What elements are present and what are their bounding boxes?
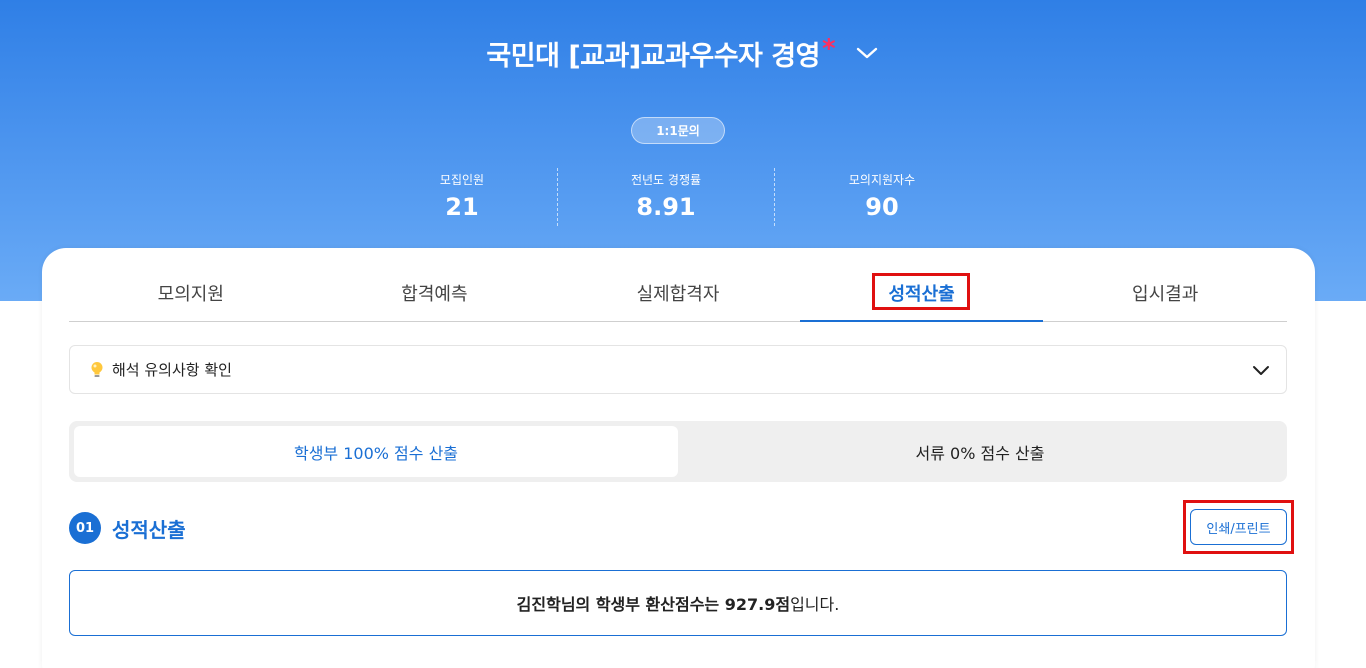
stat-value: 21 bbox=[445, 193, 479, 221]
tab-admission-results[interactable]: 입시결과 bbox=[1043, 264, 1287, 321]
chevron-down-icon[interactable] bbox=[854, 40, 880, 66]
segment-documents[interactable]: 서류 0% 점수 산출 bbox=[678, 426, 1282, 477]
segment-school-record[interactable]: 학생부 100% 점수 산출 bbox=[74, 426, 678, 477]
stat-label: 모의지원자수 bbox=[848, 173, 916, 187]
tab-label: 입시결과 bbox=[1132, 283, 1199, 305]
lightbulb-icon bbox=[90, 361, 104, 379]
stat-label: 모집인원 bbox=[439, 173, 485, 187]
notice-accordion[interactable]: 해석 유의사항 확인 bbox=[69, 345, 1287, 394]
title-row: 국민대 [교과]교과우수자 경영 * bbox=[0, 30, 1366, 76]
stat-value: 90 bbox=[865, 193, 899, 221]
result-score: 927.9점 bbox=[724, 595, 791, 614]
stats-bar: 모집인원 21 전년도 경쟁률 8.91 모의지원자수 90 bbox=[354, 168, 1004, 226]
tab-bar: 모의지원 합격예측 실제합격자 성적산출 입시결과 bbox=[69, 264, 1287, 322]
notice-text: 해석 유의사항 확인 bbox=[112, 361, 232, 379]
tab-prediction[interactable]: 합격예측 bbox=[313, 264, 557, 321]
tab-mock-apply[interactable]: 모의지원 bbox=[69, 264, 313, 321]
section-number: 01 bbox=[69, 512, 101, 544]
tab-label: 실제합격자 bbox=[636, 283, 720, 305]
tab-label: 모의지원 bbox=[157, 283, 224, 305]
tab-actual-admits[interactable]: 실제합격자 bbox=[556, 264, 800, 321]
tab-label: 합격예측 bbox=[401, 283, 468, 305]
print-button[interactable]: 인쇄/프린트 bbox=[1190, 509, 1287, 545]
chevron-down-icon[interactable] bbox=[1250, 359, 1272, 381]
inquiry-button[interactable]: 1:1문의 bbox=[631, 117, 725, 144]
page-title: 국민대 [교과]교과우수자 경영 bbox=[486, 40, 820, 72]
result-prefix: 김진학님의 학생부 환산점수는 bbox=[516, 595, 725, 614]
tab-label: 성적산출 bbox=[888, 283, 955, 305]
required-mark: * bbox=[821, 34, 836, 64]
stat-label: 전년도 경쟁률 bbox=[630, 173, 702, 187]
stat-value: 8.91 bbox=[636, 193, 696, 221]
stat-applicants: 모의지원자수 90 bbox=[774, 168, 990, 226]
result-suffix: 입니다. bbox=[790, 595, 840, 614]
section-header: 01 성적산출 bbox=[69, 512, 186, 544]
stat-capacity: 모집인원 21 bbox=[354, 168, 570, 226]
result-box: 김진학님의 학생부 환산점수는 927.9점 입니다. bbox=[69, 570, 1287, 636]
section-title: 성적산출 bbox=[112, 517, 186, 542]
score-type-toggle: 학생부 100% 점수 산출 서류 0% 점수 산출 bbox=[69, 421, 1287, 482]
stat-competition-rate: 전년도 경쟁률 8.91 bbox=[558, 168, 774, 226]
tab-score-calc[interactable]: 성적산출 bbox=[799, 264, 1044, 322]
